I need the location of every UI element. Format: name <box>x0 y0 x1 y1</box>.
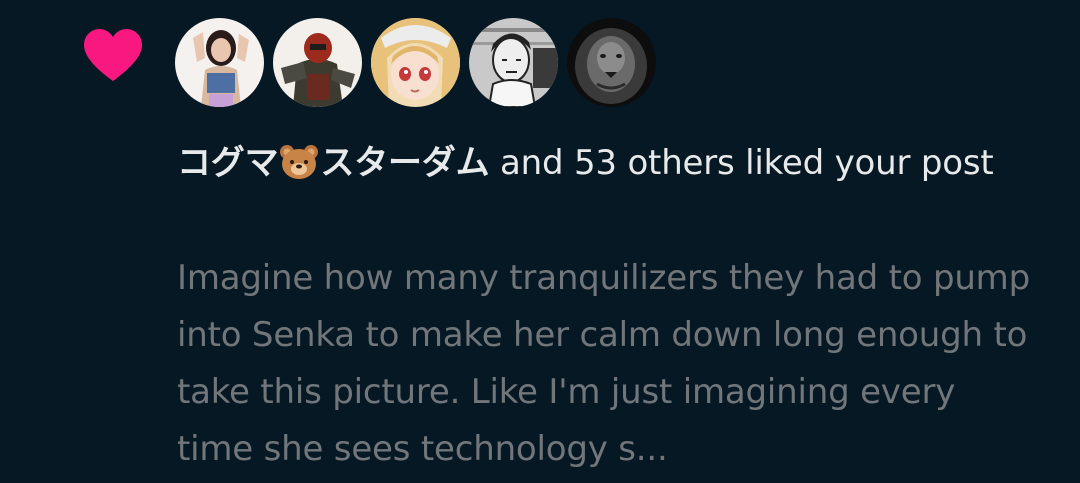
liked-text: and 53 others liked your post <box>489 143 994 183</box>
liker-avatars <box>175 18 656 107</box>
heart-icon <box>84 29 142 81</box>
woman-photo-icon <box>175 18 264 107</box>
avatar-armored-figure[interactable] <box>273 18 362 107</box>
liker-name-part1: コグマ <box>177 143 279 183</box>
liker-name[interactable]: コグマ スターダム <box>177 143 490 183</box>
manga-man-icon <box>469 18 558 107</box>
avatar-lion[interactable] <box>567 18 656 107</box>
avatar-woman-photo[interactable] <box>175 18 264 107</box>
post-preview-text[interactable]: Imagine how many tranquilizers they had … <box>177 250 1037 478</box>
avatar-anime-girl[interactable] <box>371 18 460 107</box>
avatar-manga-man[interactable] <box>469 18 558 107</box>
lion-icon <box>567 18 656 107</box>
bear-face-emoji-icon <box>280 145 319 179</box>
anime-girl-icon <box>371 18 460 107</box>
armored-figure-icon <box>273 18 362 107</box>
like-summary: コグマ スターダム and 53 others liked your post <box>177 136 1047 191</box>
liker-name-part2: スターダム <box>320 143 490 183</box>
like-notification[interactable]: コグマ スターダム and 53 others liked your post … <box>0 0 1080 483</box>
